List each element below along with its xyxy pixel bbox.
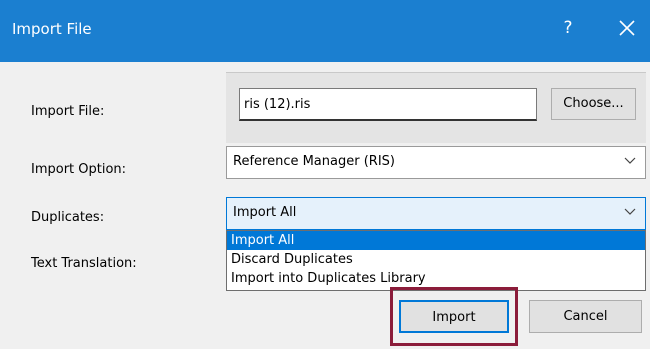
close-icon[interactable] bbox=[615, 14, 639, 42]
import-button[interactable]: Import bbox=[399, 300, 509, 333]
duplicates-value: Import All bbox=[233, 205, 297, 220]
dialog-title: Import File bbox=[12, 20, 92, 38]
help-icon[interactable]: ? bbox=[559, 18, 577, 40]
import-option-label: Import Option: bbox=[31, 162, 127, 177]
duplicates-select[interactable]: Import All bbox=[226, 197, 646, 230]
chevron-down-icon bbox=[624, 157, 636, 164]
duplicates-label: Duplicates: bbox=[31, 210, 105, 225]
import-file-input[interactable] bbox=[239, 88, 537, 121]
title-bar: Import File ? bbox=[0, 0, 650, 62]
choose-button[interactable]: Choose... bbox=[551, 88, 636, 120]
import-option-value: Reference Manager (RIS) bbox=[233, 154, 395, 169]
import-option-select[interactable]: Reference Manager (RIS) bbox=[226, 146, 646, 179]
import-file-label: Import File: bbox=[31, 104, 105, 119]
dropdown-option-import-all[interactable]: Import All bbox=[227, 231, 645, 250]
cancel-button[interactable]: Cancel bbox=[529, 300, 642, 333]
dropdown-option-import-into-duplicates-library[interactable]: Import into Duplicates Library bbox=[227, 269, 645, 288]
text-translation-label: Text Translation: bbox=[31, 256, 137, 271]
chevron-down-icon bbox=[624, 208, 636, 215]
duplicates-dropdown-list: Import All Discard Duplicates Import int… bbox=[226, 230, 646, 291]
dropdown-option-discard-duplicates[interactable]: Discard Duplicates bbox=[227, 250, 645, 269]
